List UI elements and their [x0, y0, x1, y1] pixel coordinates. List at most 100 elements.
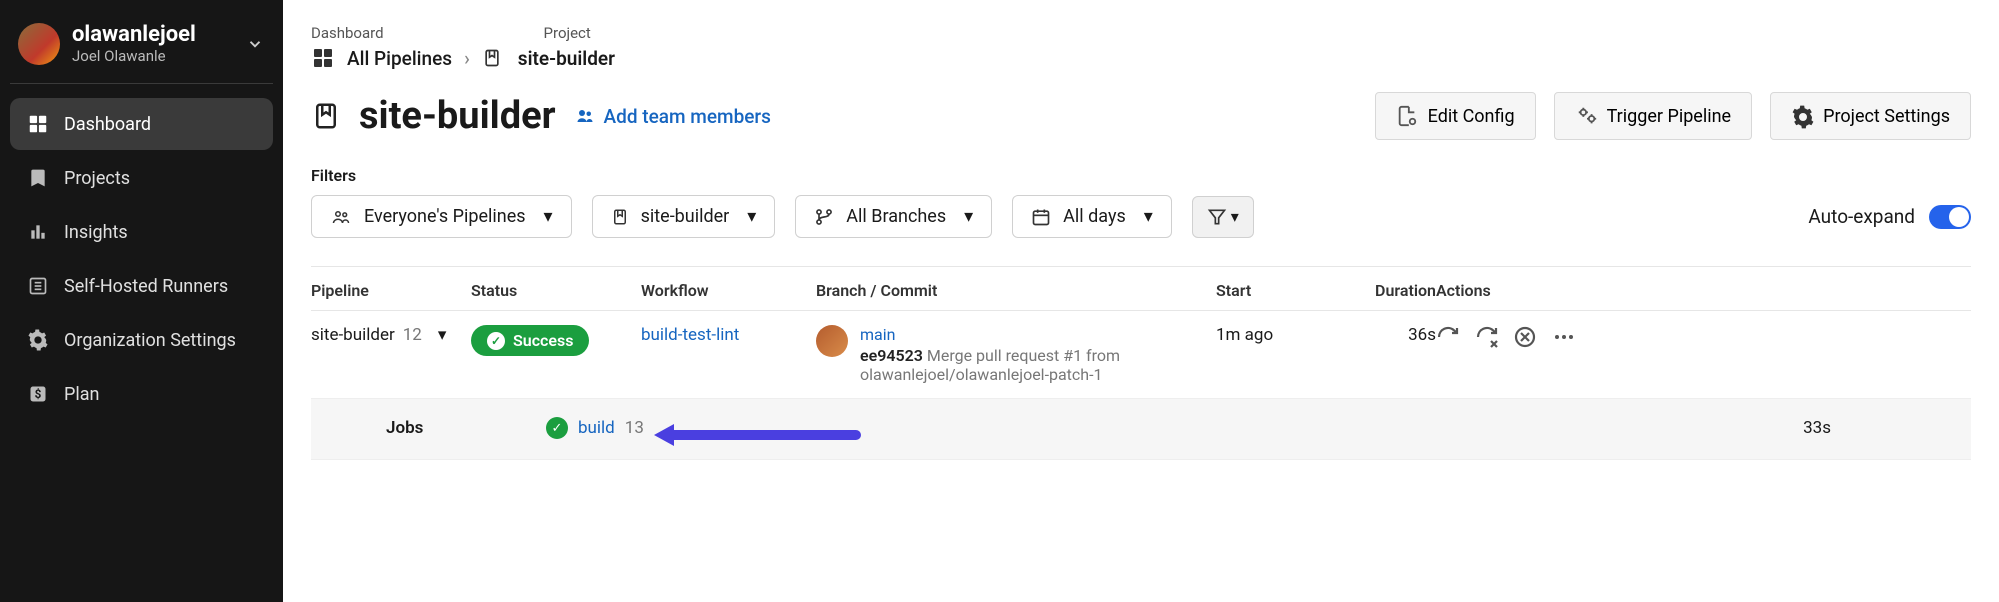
dashboard-icon: [26, 112, 50, 136]
breadcrumb: All Pipelines › site-builder: [311, 46, 1971, 70]
pipeline-name: site-builder: [311, 325, 395, 345]
sidebar-item-label: Plan: [64, 384, 99, 405]
sidebar-item-dashboard[interactable]: Dashboard: [10, 98, 273, 150]
trigger-pipeline-button[interactable]: Trigger Pipeline: [1554, 92, 1753, 140]
branch-cell: main ee94523 Merge pull request #1 from …: [816, 325, 1216, 384]
main: Dashboard Project All Pipelines › site-b…: [283, 0, 1999, 602]
avatar: [18, 23, 60, 65]
crumb-label-project: Project: [544, 24, 591, 42]
check-icon: ✓: [546, 417, 568, 439]
filter-project[interactable]: site-builder ▾: [592, 195, 776, 238]
sidebar-item-projects[interactable]: Projects: [10, 152, 273, 204]
job-number: 13: [625, 418, 644, 438]
chart-icon: [26, 220, 50, 244]
sidebar-item-label: Self-Hosted Runners: [64, 276, 228, 297]
button-label: Trigger Pipeline: [1607, 106, 1732, 127]
table-header: Pipeline Status Workflow Branch / Commit…: [311, 266, 1971, 311]
workflow-link[interactable]: build-test-lint: [641, 325, 739, 345]
col-actions: Actions: [1436, 281, 1576, 300]
filter-more-button[interactable]: ▾: [1192, 196, 1254, 238]
calendar-icon: [1031, 207, 1051, 227]
status-label: Success: [513, 331, 573, 350]
more-icon[interactable]: [1552, 325, 1577, 351]
gear-icon: [1791, 105, 1813, 127]
col-status: Status: [471, 281, 641, 300]
org-handle: olawanlejoel: [72, 22, 233, 47]
caret-down-icon: ▾: [747, 206, 756, 227]
start-cell: 1m ago: [1216, 325, 1336, 345]
sidebar: olawanlejoel Joel Olawanle Dashboard Pro…: [0, 0, 283, 602]
actions-cell: [1436, 325, 1576, 351]
caret-down-icon: ▾: [1231, 207, 1239, 226]
crumb-label-dashboard: Dashboard: [311, 24, 384, 42]
org-name: Joel Olawanle: [72, 47, 233, 65]
grid-icon: [311, 46, 335, 70]
rerun-icon[interactable]: [1436, 325, 1461, 351]
sidebar-item-label: Dashboard: [64, 114, 151, 135]
commit-hash[interactable]: ee94523: [860, 346, 923, 365]
crumb-project[interactable]: site-builder: [518, 47, 615, 70]
cancel-icon[interactable]: [1513, 325, 1538, 351]
workflow-cell[interactable]: build-test-lint: [641, 325, 816, 345]
sidebar-item-plan[interactable]: $ Plan: [10, 368, 273, 420]
project-settings-button[interactable]: Project Settings: [1770, 92, 1971, 140]
server-icon: [26, 274, 50, 298]
sidebar-item-label: Insights: [64, 222, 128, 243]
auto-expand-toggle[interactable]: [1929, 205, 1971, 229]
pipeline-row: site-builder 12 ▾ ✓ Success build-test-l…: [311, 311, 1971, 399]
edit-config-button[interactable]: Edit Config: [1375, 92, 1536, 140]
sidebar-item-org-settings[interactable]: Organization Settings: [10, 314, 273, 366]
sidebar-item-runners[interactable]: Self-Hosted Runners: [10, 260, 273, 312]
branch-icon: [814, 207, 834, 227]
file-cog-icon: [1396, 105, 1418, 127]
check-icon: ✓: [487, 332, 505, 350]
filter-label: Everyone's Pipelines: [364, 206, 526, 227]
jobs-label: Jobs: [386, 418, 546, 438]
job-name-link[interactable]: build: [578, 418, 615, 438]
caret-down-icon: ▾: [544, 206, 553, 227]
status-badge: ✓ Success: [471, 325, 589, 356]
people-icon: [330, 208, 352, 226]
duration-cell: 36s: [1336, 325, 1436, 345]
filters-label: Filters: [311, 166, 1971, 185]
gears-icon: [1575, 105, 1597, 127]
pipeline-cell[interactable]: site-builder 12 ▾: [311, 325, 471, 345]
svg-text:$: $: [35, 387, 42, 401]
branch-link[interactable]: main: [860, 325, 1216, 344]
title-row: site-builder Add team members Edit Confi…: [311, 92, 1971, 140]
bookmark-icon: [611, 207, 629, 227]
sidebar-item-insights[interactable]: Insights: [10, 206, 273, 258]
filters-row: Everyone's Pipelines ▾ site-builder ▾ Al…: [311, 195, 1971, 238]
filter-label: site-builder: [641, 206, 730, 227]
col-pipeline: Pipeline: [311, 281, 471, 300]
filter-days[interactable]: All days ▾: [1012, 195, 1172, 238]
crumb-all-pipelines[interactable]: All Pipelines: [347, 47, 452, 70]
gear-icon: [26, 328, 50, 352]
chevron-down-icon: [245, 34, 265, 54]
job-duration: 33s: [1731, 418, 1831, 438]
caret-down-icon: ▾: [438, 325, 447, 345]
auto-expand-label: Auto-expand: [1808, 205, 1915, 228]
filter-label: All days: [1063, 206, 1126, 227]
rerun-failed-icon[interactable]: [1475, 325, 1500, 351]
filter-branch[interactable]: All Branches ▾: [795, 195, 992, 238]
jobs-row: Jobs ✓ build 13 33s: [311, 399, 1971, 460]
sidebar-item-label: Projects: [64, 168, 130, 189]
chevron-right-icon: ›: [464, 47, 470, 70]
job-cell[interactable]: ✓ build 13: [546, 417, 856, 439]
pipeline-number: 12: [403, 325, 422, 345]
add-members-label: Add team members: [604, 105, 771, 128]
auto-expand-control: Auto-expand: [1808, 205, 1971, 229]
sidebar-item-label: Organization Settings: [64, 330, 236, 351]
filter-whose[interactable]: Everyone's Pipelines ▾: [311, 195, 572, 238]
col-duration: Duration: [1336, 281, 1436, 300]
org-switcher[interactable]: olawanlejoel Joel Olawanle: [10, 18, 273, 84]
commit-avatar: [816, 325, 848, 357]
filter-icon: [1207, 207, 1227, 227]
status-cell: ✓ Success: [471, 325, 641, 356]
dollar-icon: $: [26, 382, 50, 406]
commit-line: ee94523 Merge pull request #1 from olawa…: [860, 346, 1216, 384]
breadcrumb-labels: Dashboard Project: [311, 24, 1971, 42]
filter-label: All Branches: [846, 206, 946, 227]
add-members-link[interactable]: Add team members: [574, 105, 771, 128]
